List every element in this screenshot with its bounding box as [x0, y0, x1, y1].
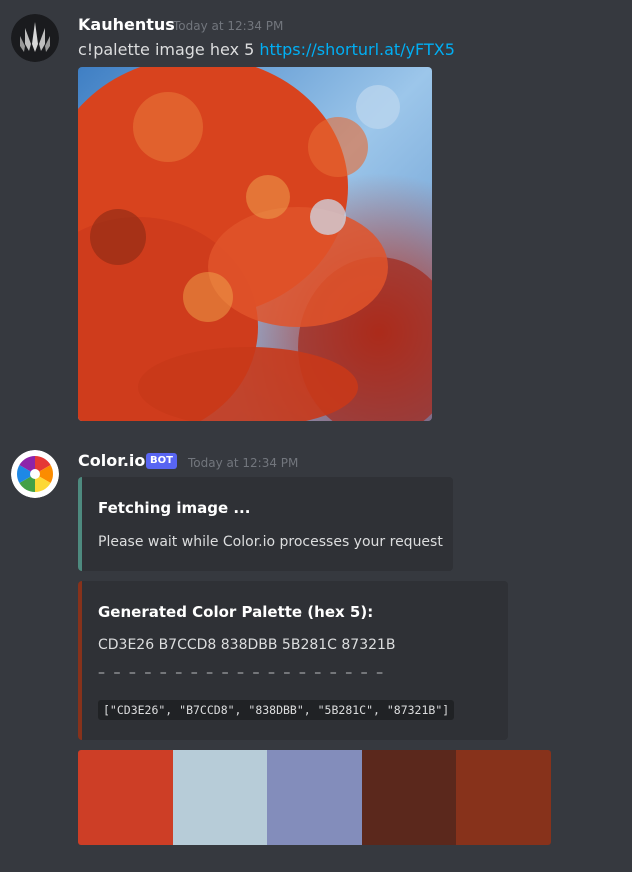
embed-fetching: Fetching image ... Please wait while Col… — [78, 477, 453, 571]
message-timestamp: Today at 12:34 PM — [188, 456, 299, 470]
avatar-kauhentus[interactable] — [11, 14, 59, 62]
maple-leaves-image — [78, 67, 432, 421]
swatch-2 — [172, 750, 268, 845]
username-colorio[interactable]: Color.io — [78, 451, 145, 470]
embed-palette: Generated Color Palette (hex 5): CD3E26 … — [78, 581, 508, 740]
embed-title: Fetching image ... — [98, 499, 251, 517]
embed-divider: – – – – – – – – – – – – – – – – – – – — [98, 665, 386, 681]
palette-image[interactable] — [78, 750, 551, 845]
swatch-3 — [267, 750, 362, 845]
swatch-4 — [361, 750, 457, 845]
swatch-5 — [456, 750, 551, 845]
image-attachment[interactable] — [78, 67, 432, 421]
embed-hex-values: CD3E26 B7CCD8 838DBB 5B281C 87321B — [98, 637, 396, 653]
embed-description: Please wait while Color.io processes you… — [98, 534, 443, 550]
code-hex-array: ["CD3E26", "B7CCD8", "838DBB", "5B281C",… — [98, 700, 455, 720]
message-link[interactable]: https://shorturl.at/yFTX5 — [259, 40, 455, 59]
avatar-colorio[interactable] — [11, 450, 59, 498]
command-text: c!palette image hex 5 — [78, 40, 255, 59]
message-timestamp: Today at 12:34 PM — [173, 19, 284, 33]
bot-badge: BOT — [146, 453, 177, 469]
swatch-1 — [78, 750, 173, 845]
embed-title: Generated Color Palette (hex 5): — [98, 603, 374, 621]
message-content: c!palette image hex 5 https://shorturl.a… — [78, 40, 455, 59]
username-kauhentus[interactable]: Kauhentus — [78, 15, 175, 34]
